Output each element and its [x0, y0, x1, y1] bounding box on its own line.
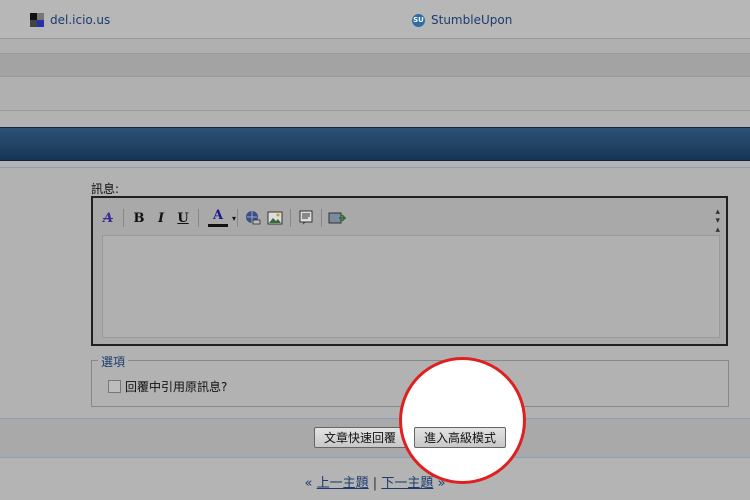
- insert-link-icon[interactable]: [243, 208, 263, 228]
- toolbar-separator: [290, 209, 291, 227]
- toolbar-separator: [237, 209, 238, 227]
- social-bookmarks-bar: del.icio.us SU StumbleUpon: [0, 0, 750, 39]
- delicious-label: del.icio.us: [50, 13, 111, 27]
- remove-format-icon[interactable]: A: [98, 208, 118, 228]
- divider-band: [0, 111, 750, 127]
- divider-band: [0, 77, 750, 111]
- advanced-mode-button[interactable]: 進入高級模式: [414, 427, 507, 448]
- quick-reply-titlebar: [0, 127, 750, 161]
- underline-icon[interactable]: U: [173, 208, 193, 228]
- toolbar-separator: [321, 209, 322, 227]
- message-textarea[interactable]: [102, 235, 720, 338]
- options-legend: 選項: [98, 353, 129, 370]
- divider-band: [0, 39, 750, 54]
- italic-icon[interactable]: I: [151, 208, 171, 228]
- message-editor: A B I U A ▾ ▴▾▴▾: [91, 196, 728, 346]
- prev-topic-link[interactable]: 上一主題: [317, 476, 369, 491]
- stumbleupon-icon: SU: [412, 13, 425, 27]
- next-topic-link[interactable]: 下一主題: [381, 476, 433, 491]
- bold-icon[interactable]: B: [129, 208, 149, 228]
- quick-reply-button[interactable]: 文章快速回覆: [314, 427, 407, 448]
- quote-icon[interactable]: [296, 208, 316, 228]
- stumbleupon-link[interactable]: SU StumbleUpon: [412, 11, 512, 29]
- delicious-icon: [30, 13, 44, 27]
- switch-mode-icon[interactable]: [327, 208, 347, 228]
- toolbar-separator: [198, 209, 199, 227]
- chevron-down-icon: ▾: [231, 213, 236, 223]
- insert-image-icon[interactable]: [265, 208, 285, 228]
- stumbleupon-label: StumbleUpon: [431, 13, 513, 27]
- toolbar-separator: [123, 209, 124, 227]
- prev-arrow-icon: «: [304, 476, 313, 491]
- pager-divider: |: [372, 476, 378, 491]
- divider-band: [0, 54, 750, 77]
- next-arrow-icon: »: [437, 476, 446, 491]
- topic-pager: « 上一主題 | 下一主題 »: [0, 472, 750, 491]
- highlight-circle: [399, 357, 526, 484]
- quote-label: 回覆中引用原訊息?: [125, 380, 228, 394]
- delicious-link[interactable]: del.icio.us: [30, 11, 110, 29]
- editor-toolbar: A B I U A ▾: [97, 202, 722, 234]
- message-label: 訊息:: [91, 182, 120, 196]
- font-color-icon[interactable]: A ▾: [204, 208, 236, 228]
- quote-checkbox[interactable]: [108, 380, 121, 393]
- quote-option[interactable]: 回覆中引用原訊息?: [108, 378, 227, 395]
